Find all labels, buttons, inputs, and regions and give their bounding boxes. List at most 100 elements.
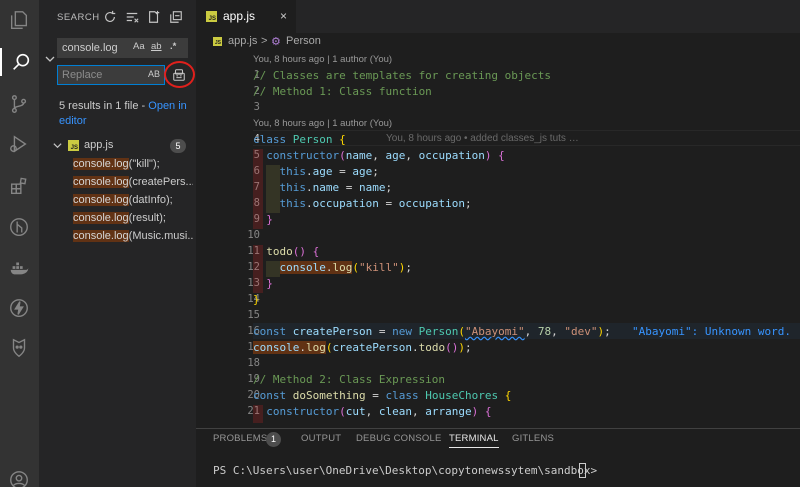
sidebar-title: SEARCH xyxy=(57,12,100,23)
match-hit: console.log xyxy=(73,158,129,170)
line-number: 21 xyxy=(247,405,260,417)
match-rest: ("kill"); xyxy=(128,158,160,170)
search-field: Aa ab .* xyxy=(57,38,188,58)
regex-toggle[interactable]: .* xyxy=(170,41,176,52)
tab-terminal[interactable]: TERMINAL xyxy=(449,433,499,448)
search-match[interactable]: console.log(result); xyxy=(73,211,193,226)
results-summary: 5 results in 1 file - Open in editor xyxy=(59,99,189,129)
line-number: 12 xyxy=(247,261,260,273)
results-count-text: 5 results in 1 file - xyxy=(59,100,149,112)
terminal-prompt[interactable]: PS C:\Users\user\OneDrive\Desktop\copyto… xyxy=(213,464,604,477)
run-debug-icon[interactable] xyxy=(5,130,33,158)
js-file-icon: JS xyxy=(213,37,222,46)
preserve-case-toggle[interactable]: AB xyxy=(148,69,160,79)
line-number: 14 xyxy=(247,293,260,305)
replace-input[interactable] xyxy=(62,68,132,82)
line-number: 11 xyxy=(247,245,260,257)
breadcrumb-separator: > xyxy=(261,35,268,47)
diagnostic-message: "Abayomi": Unknown word. xyxy=(632,325,791,338)
search-match[interactable]: console.log(datInfo); xyxy=(73,193,193,208)
line-number: 16 xyxy=(247,325,260,337)
source-control-icon[interactable] xyxy=(5,90,33,118)
search-match[interactable]: console.log(Music.musi... xyxy=(73,229,193,244)
line-number: 3 xyxy=(253,101,260,113)
lightning-icon[interactable] xyxy=(5,294,33,322)
search-match[interactable]: console.log(createPers... xyxy=(73,175,193,190)
docker-icon[interactable] xyxy=(5,254,33,282)
result-file-name[interactable]: app.js xyxy=(84,139,113,151)
close-icon[interactable]: × xyxy=(280,9,287,23)
tab-debug-console[interactable]: DEBUG CONSOLE xyxy=(356,433,441,444)
line-number: 9 xyxy=(253,213,260,225)
code-line[interactable]: todo() { xyxy=(253,245,319,258)
js-file-icon: JS xyxy=(206,11,217,22)
search-input[interactable] xyxy=(62,41,132,55)
code-line[interactable]: } xyxy=(253,293,260,306)
clear-results-icon[interactable] xyxy=(124,9,140,25)
toggle-replace-chevron-icon[interactable] xyxy=(44,53,56,65)
tab-label[interactable]: app.js xyxy=(223,9,255,23)
line-number: 19 xyxy=(247,373,260,385)
search-icon[interactable] xyxy=(0,48,39,76)
tab-output[interactable]: OUTPUT xyxy=(301,433,341,444)
code-line[interactable]: this.occupation = occupation; xyxy=(253,197,472,210)
code-line[interactable]: const doSomething = class HouseChores { xyxy=(253,389,511,402)
refresh-icon[interactable] xyxy=(102,9,118,25)
match-case-toggle[interactable]: Aa xyxy=(133,41,145,52)
line-number: 2 xyxy=(253,85,260,97)
code-line[interactable]: // Method 2: Class Expression xyxy=(253,373,445,386)
code-line[interactable]: this.name = name; xyxy=(253,181,393,194)
breadcrumb-symbol[interactable]: Person xyxy=(286,35,321,47)
problems-count-badge: 1 xyxy=(266,432,281,447)
code-line[interactable]: console.log(createPerson.todo()); xyxy=(253,341,472,354)
result-count-badge: 5 xyxy=(170,139,186,153)
match-rest: (createPers... xyxy=(128,176,193,188)
tab-gitlens[interactable]: GITLENS xyxy=(512,433,554,444)
collapse-all-icon[interactable] xyxy=(168,9,184,25)
match-rest: (result); xyxy=(128,212,166,224)
line-number: 15 xyxy=(247,309,260,321)
match-hit: console.log xyxy=(73,176,129,188)
code-line[interactable]: } xyxy=(253,213,273,226)
line-number: 20 xyxy=(247,389,260,401)
extensions-icon[interactable] xyxy=(5,172,33,200)
code-line[interactable]: // Method 1: Class function xyxy=(253,85,432,98)
chevron-down-icon[interactable] xyxy=(52,140,63,154)
code-line[interactable]: this.age = age; xyxy=(253,165,379,178)
code-line[interactable]: class Person { xyxy=(253,133,346,146)
code-line[interactable]: } xyxy=(253,277,273,290)
explorer-icon[interactable] xyxy=(5,6,33,34)
match-rest: (Music.musi... xyxy=(128,230,193,242)
line-number: 18 xyxy=(247,357,260,369)
search-match[interactable]: console.log("kill"); xyxy=(73,157,193,172)
line-number: 13 xyxy=(247,277,260,289)
line-number: 6 xyxy=(253,165,260,177)
code-line[interactable]: // Classes are templates for creating ob… xyxy=(253,69,551,82)
line-number: 7 xyxy=(253,181,260,193)
match-hit: console.log xyxy=(73,230,129,242)
terminal-cursor xyxy=(579,463,586,478)
new-search-editor-icon[interactable] xyxy=(146,9,162,25)
code-line[interactable]: constructor(cut, clean, arrange) { xyxy=(253,405,491,418)
codelens-authors[interactable]: You, 8 hours ago | 1 author (You) xyxy=(253,118,392,129)
match-hit: console.log xyxy=(73,212,129,224)
class-symbol-icon: ⚙ xyxy=(271,36,281,48)
code-line[interactable]: console.log("kill"); xyxy=(253,261,412,274)
activity-bar xyxy=(0,0,39,487)
line-number: 10 xyxy=(247,229,260,241)
inline-blame: You, 8 hours ago • added classes_js tuts… xyxy=(386,133,579,144)
line-number: 5 xyxy=(253,149,260,161)
replace-field: AB xyxy=(57,65,165,85)
match-rest: (datInfo); xyxy=(128,194,173,206)
account-icon[interactable] xyxy=(5,466,33,487)
code-line[interactable]: const createPerson = new Person("Abayomi… xyxy=(253,325,611,338)
gitlens-icon[interactable] xyxy=(5,213,33,241)
code-line[interactable]: constructor(name, age, occupation) { xyxy=(253,149,504,162)
breadcrumb-file[interactable]: app.js xyxy=(228,35,257,47)
line-number: 17 xyxy=(196,341,260,353)
tab-problems[interactable]: PROBLEMS xyxy=(213,433,267,444)
codelens-authors[interactable]: You, 8 hours ago | 1 author (You) xyxy=(253,54,392,65)
match-hit: console.log xyxy=(73,194,129,206)
remote-icon[interactable] xyxy=(5,334,33,362)
match-word-toggle[interactable]: ab xyxy=(151,41,162,52)
